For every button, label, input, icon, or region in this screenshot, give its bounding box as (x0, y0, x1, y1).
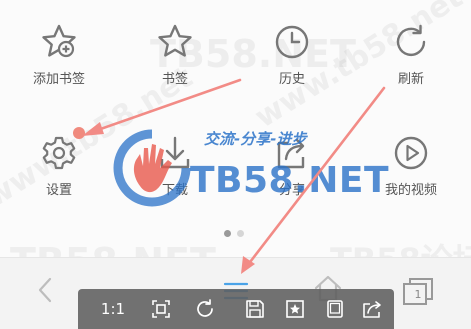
quick-toolbar: 1:1 (78, 289, 394, 329)
arrow-to-settings (82, 78, 242, 136)
zoom-reset-button[interactable]: 1:1 (96, 289, 130, 329)
menu-item-refresh[interactable]: 刷新 (366, 22, 456, 87)
toolbar-refresh-button[interactable] (190, 289, 220, 329)
settings-badge-dot (73, 127, 85, 139)
download-icon (155, 133, 195, 173)
play-video-icon (391, 133, 431, 173)
menu-item-download[interactable]: 下载 (130, 133, 220, 198)
fullscreen-icon (152, 300, 170, 318)
menu-item-label: 书签 (161, 72, 188, 87)
back-button[interactable] (36, 276, 54, 304)
menu-item-label: 刷新 (397, 72, 424, 87)
history-clock-icon (272, 22, 312, 62)
zoom-label: 1:1 (100, 300, 126, 318)
page-indicator (224, 230, 244, 237)
menu-item-label: 添加书签 (32, 72, 85, 87)
menu-item-label: 我的视频 (384, 183, 437, 198)
menu-item-label: 分享 (278, 183, 305, 198)
refresh-icon (197, 299, 213, 317)
menu-item-my-videos[interactable]: 我的视频 (366, 133, 456, 198)
add-bookmark-icon (39, 22, 79, 62)
tablet-icon (327, 300, 343, 318)
fullscreen-button[interactable] (146, 289, 176, 329)
star-box-icon (286, 300, 304, 318)
menu-item-label: 下载 (161, 183, 188, 198)
add-favorite-button[interactable] (280, 289, 310, 329)
page-dot[interactable] (237, 230, 244, 237)
menu-item-label: 历史 (278, 72, 305, 87)
menu-item-bookmarks[interactable]: 书签 (130, 22, 220, 87)
menu-item-share[interactable]: 分享 (247, 133, 337, 198)
save-icon (246, 300, 264, 318)
gear-icon (39, 133, 79, 173)
menu-item-add-bookmark[interactable]: 添加书签 (14, 22, 104, 87)
tablet-mode-button[interactable] (320, 289, 350, 329)
menu-item-label: 设置 (45, 183, 72, 198)
menu-item-settings[interactable]: 设置 (14, 133, 104, 198)
save-page-button[interactable] (240, 289, 270, 329)
menu-item-history[interactable]: 历史 (247, 22, 337, 87)
tabs-count: 1 (414, 288, 422, 301)
refresh-icon (391, 22, 431, 62)
page-dot-active[interactable] (224, 230, 231, 237)
chevron-left-icon (38, 277, 52, 303)
share-icon (363, 301, 381, 318)
star-icon (155, 22, 195, 62)
share-icon (272, 133, 312, 173)
toolbar-share-button[interactable] (358, 289, 388, 329)
